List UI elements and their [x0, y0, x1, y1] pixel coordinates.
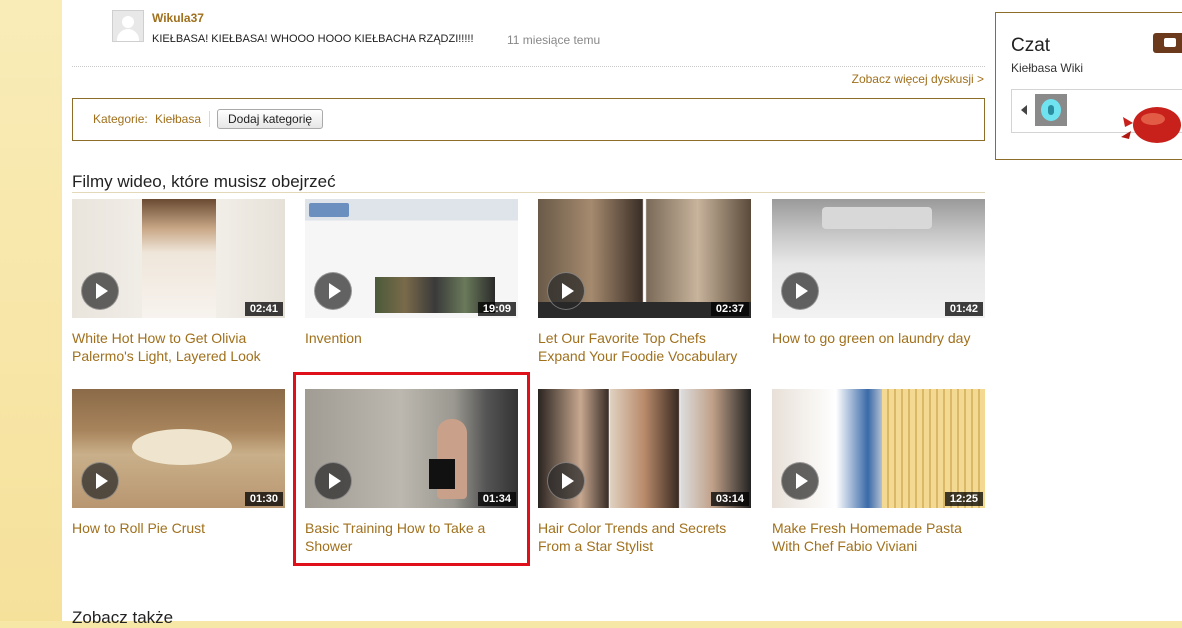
video-thumbnail[interactable]: 12:25 [772, 389, 985, 508]
play-icon[interactable] [81, 462, 119, 500]
video-card[interactable]: 12:25 Make Fresh Homemade Pasta With Che… [772, 389, 985, 555]
add-category-button[interactable]: Dodaj kategorię [217, 109, 324, 129]
video-duration: 03:14 [710, 492, 749, 506]
chat-module: Czat Kiełbasa Wiki [995, 12, 1182, 160]
video-title-link[interactable]: Make Fresh Homemade Pasta With Chef Fabi… [772, 519, 985, 555]
video-thumbnail[interactable]: 02:41 [72, 199, 285, 318]
video-duration: 19:09 [477, 302, 516, 316]
avatar-face [1041, 99, 1061, 121]
video-duration: 02:41 [244, 302, 283, 316]
play-icon[interactable] [781, 272, 819, 310]
categories-box: Kategorie: Kiełbasa Dodaj kategorię [72, 98, 985, 141]
see-also-heading: Zobacz także [72, 608, 174, 627]
avatar-body [117, 29, 139, 41]
thumbnail-figure [142, 199, 216, 318]
video-title-link[interactable]: Let Our Favorite Top Chefs Expand Your F… [538, 329, 751, 365]
video-thumbnail[interactable]: 19:09 [305, 199, 518, 318]
thumbnail-pasta [882, 389, 985, 508]
commenter-avatar[interactable] [112, 10, 144, 42]
video-duration: 02:37 [710, 302, 749, 316]
avatar-head [122, 16, 134, 28]
video-title-link[interactable]: How to Roll Pie Crust [72, 519, 285, 537]
videos-heading: Filmy wideo, które musisz obejrzeć [72, 172, 336, 191]
video-title-link[interactable]: White Hot How to Get Olivia Palermo's Li… [72, 329, 285, 365]
thumbnail-washer-panel [822, 207, 932, 229]
thumbnail-logo [309, 203, 349, 217]
chat-wiki-name: Kiełbasa Wiki [1011, 61, 1084, 75]
video-card[interactable]: 02:37 Let Our Favorite Top Chefs Expand … [538, 199, 751, 365]
comment-timestamp: 11 miesiące temu [507, 33, 601, 47]
video-duration: 01:30 [244, 492, 283, 506]
comment-divider [72, 66, 985, 67]
thumbnail-dough [132, 429, 232, 465]
video-thumbnail[interactable]: 03:14 [538, 389, 751, 508]
sausage-mascot-icon [1121, 107, 1181, 143]
chat-user-avatar[interactable] [1035, 94, 1067, 126]
video-card[interactable]: 19:09 Invention [305, 199, 518, 347]
video-thumbnail[interactable]: 01:42 [772, 199, 985, 318]
chat-bubble-icon[interactable] [1153, 33, 1182, 53]
chat-bubble-glyph [1164, 38, 1176, 47]
categories-separator [209, 111, 210, 127]
play-icon[interactable] [547, 462, 585, 500]
video-title-link[interactable]: Invention [305, 329, 518, 347]
play-icon[interactable] [314, 272, 352, 310]
play-icon[interactable] [781, 462, 819, 500]
video-card[interactable]: 03:14 Hair Color Trends and Secrets From… [538, 389, 751, 555]
carousel-left-arrow-icon[interactable] [1021, 105, 1027, 115]
video-thumbnail[interactable]: 02:37 [538, 199, 751, 318]
selection-highlight [293, 372, 530, 566]
video-card[interactable]: 01:42 How to go green on laundry day [772, 199, 985, 347]
page-background-left [0, 0, 62, 621]
play-icon[interactable] [81, 272, 119, 310]
see-more-discussions-link[interactable]: Zobacz więcej dyskusji > [852, 72, 984, 86]
chat-title: Czat [1011, 35, 1051, 56]
video-title-link[interactable]: Hair Color Trends and Secrets From a Sta… [538, 519, 751, 555]
video-duration: 01:42 [944, 302, 983, 316]
video-card[interactable]: 01:30 How to Roll Pie Crust [72, 389, 285, 537]
video-card[interactable]: 02:41 White Hot How to Get Olivia Palerm… [72, 199, 285, 365]
categories-label: Kategorie: [93, 112, 148, 126]
play-icon[interactable] [547, 272, 585, 310]
videos-heading-rule [72, 192, 985, 193]
comment-username-link[interactable]: Wikula37 [152, 11, 204, 25]
video-duration: 12:25 [944, 492, 983, 506]
category-link-kielbasa[interactable]: Kiełbasa [155, 112, 201, 126]
video-thumbnail[interactable]: 01:30 [72, 389, 285, 508]
video-title-link[interactable]: How to go green on laundry day [772, 329, 985, 347]
comment-text: KIEŁBASA! KIEŁBASA! WHOOO HOOO KIEŁBACHA… [152, 33, 474, 45]
